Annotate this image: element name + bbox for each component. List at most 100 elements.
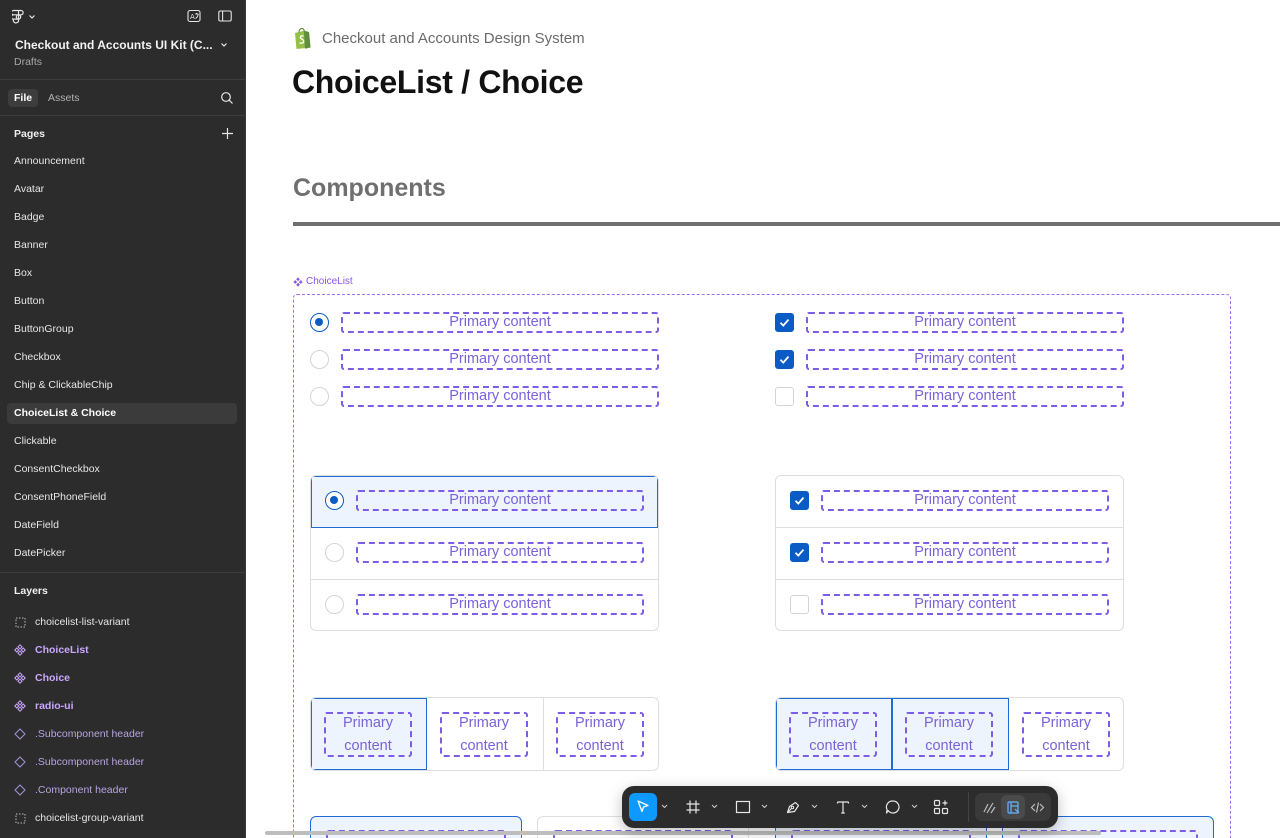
layer-item[interactable]: choicelist-list-variant: [14, 613, 130, 631]
checkmark-icon: [794, 497, 805, 505]
layer-item[interactable]: Choice: [14, 669, 70, 687]
page-item[interactable]: ConsentPhoneField: [7, 487, 237, 508]
page-item[interactable]: Badge: [7, 207, 237, 228]
checkbox-checked[interactable]: [790, 491, 809, 510]
dev-mode-button[interactable]: [1025, 795, 1049, 819]
primary-content-slot: Primary content: [356, 490, 644, 511]
component-label[interactable]: ChoiceList: [293, 276, 353, 287]
design-mode-button[interactable]: [1001, 795, 1025, 819]
draw-mode-button[interactable]: [977, 795, 1001, 819]
page-item[interactable]: ConsentCheckbox: [7, 459, 237, 480]
component-icon: [14, 700, 26, 712]
layer-item[interactable]: .Subcomponent header: [14, 725, 144, 743]
chevron-down-icon[interactable]: [911, 803, 918, 810]
page-item[interactable]: Announcement: [7, 151, 237, 172]
page-item-selected[interactable]: ChoiceList & Choice: [7, 403, 237, 424]
design-icon: [1006, 800, 1019, 814]
tab-assets[interactable]: Assets: [42, 89, 86, 107]
layer-label: choicelist-group-variant: [35, 812, 144, 824]
horizontal-scrollbar[interactable]: [265, 831, 1101, 835]
primary-content-slot: Primary content: [1022, 712, 1110, 757]
layer-item[interactable]: radio-ui: [14, 697, 74, 715]
shape-tool-button[interactable]: [729, 793, 757, 821]
page-item[interactable]: Button: [7, 291, 237, 312]
frame-dashed-icon: [14, 812, 26, 824]
primary-content-slot: Primary content: [821, 594, 1109, 615]
radio-button[interactable]: [325, 595, 344, 614]
checkbox-checked[interactable]: [775, 313, 794, 332]
file-title[interactable]: Checkout and Accounts UI Kit (C...: [15, 38, 213, 52]
shopify-bag-icon: [295, 27, 311, 49]
content-line: content: [925, 737, 973, 754]
file-location[interactable]: Drafts: [14, 56, 42, 68]
layer-item[interactable]: choicelist-group-variant: [14, 809, 144, 827]
brand-header: Checkout and Accounts Design System: [292, 27, 585, 49]
primary-content-slot: Primary content: [806, 312, 1124, 333]
page-item[interactable]: Avatar: [7, 179, 237, 200]
cursor-icon: [637, 800, 649, 813]
layer-item[interactable]: .Component header: [14, 781, 128, 799]
content-line: content: [576, 737, 624, 754]
page-item[interactable]: ButtonGroup: [7, 319, 237, 340]
primary-content-slot: Primary content: [806, 386, 1124, 407]
chevron-down-icon[interactable]: [219, 40, 229, 50]
radio-button[interactable]: [325, 543, 344, 562]
page-title: ChoiceList / Choice: [292, 64, 584, 100]
main-menu-button[interactable]: [12, 8, 42, 26]
content-line: Primary: [808, 715, 858, 732]
actions-tool-button[interactable]: [927, 793, 955, 821]
move-tool-button[interactable]: [629, 793, 657, 821]
code-icon: [1030, 801, 1044, 813]
radio-button[interactable]: [310, 387, 329, 406]
content-line: Primary: [924, 715, 974, 732]
page-item[interactable]: Clickable: [7, 431, 237, 452]
comment-tool-button[interactable]: [879, 793, 907, 821]
content-line: content: [1042, 737, 1090, 754]
mode-switcher: [975, 793, 1051, 821]
layer-label: Choice: [35, 672, 71, 684]
layer-item[interactable]: .Subcomponent header: [14, 753, 144, 771]
chevron-down-icon[interactable]: [661, 803, 668, 810]
layer-label: .Subcomponent header: [35, 728, 145, 740]
comment-icon: [885, 800, 900, 814]
sidebar-toggle-icon[interactable]: [217, 9, 233, 23]
add-page-icon[interactable]: [221, 127, 234, 140]
content-line: content: [809, 737, 857, 754]
page-item[interactable]: DateField: [7, 515, 237, 536]
primary-content-slot: Primary content: [341, 312, 659, 333]
checkbox[interactable]: [790, 595, 809, 614]
primary-content-slot: Primary content: [789, 712, 877, 757]
component-icon: [14, 644, 26, 656]
frame-tool-button[interactable]: [679, 793, 707, 821]
checkbox-checked[interactable]: [775, 350, 794, 369]
page-item[interactable]: Banner: [7, 235, 237, 256]
chevron-down-icon[interactable]: [761, 803, 768, 810]
page-item[interactable]: DatePicker: [7, 543, 237, 564]
chevron-down-icon[interactable]: [861, 803, 868, 810]
primary-content-slot: Primary content: [806, 349, 1124, 370]
checkmark-icon: [794, 549, 805, 557]
radio-button[interactable]: [310, 350, 329, 369]
chevron-down-icon[interactable]: [811, 803, 818, 810]
content-line: Primary: [459, 715, 509, 732]
file-header: A Checkout and Accounts UI Kit (C... Dra…: [0, 0, 245, 80]
radio-button-checked[interactable]: [325, 491, 344, 510]
translate-icon[interactable]: A: [186, 9, 202, 23]
layer-item[interactable]: ChoiceList: [14, 641, 89, 659]
content-line: Primary: [575, 715, 625, 732]
page-item[interactable]: Checkbox: [7, 347, 237, 368]
tab-file[interactable]: File: [8, 89, 39, 107]
page-item[interactable]: Box: [7, 263, 237, 284]
checkbox[interactable]: [775, 387, 794, 406]
pages-heading: Pages: [14, 128, 45, 140]
page-item[interactable]: Chip & ClickableChip: [7, 375, 237, 396]
text-tool-button[interactable]: [829, 793, 857, 821]
design-canvas[interactable]: Checkout and Accounts Design System Choi…: [246, 0, 1280, 838]
layer-label: .Component header: [35, 784, 128, 796]
content-line: content: [460, 737, 508, 754]
radio-button-checked[interactable]: [310, 313, 329, 332]
checkbox-checked[interactable]: [790, 543, 809, 562]
pen-tool-button[interactable]: [779, 793, 807, 821]
search-icon[interactable]: [220, 91, 234, 105]
chevron-down-icon[interactable]: [711, 803, 718, 810]
